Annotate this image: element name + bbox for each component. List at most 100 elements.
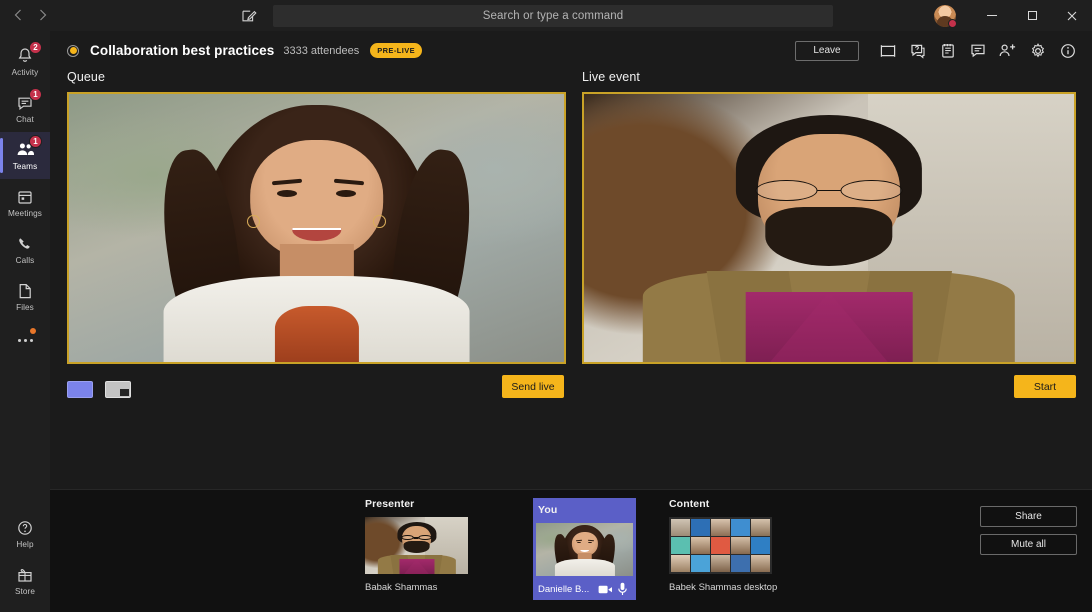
send-live-button[interactable]: Send live xyxy=(502,375,564,398)
layout-picture-in-picture-icon[interactable] xyxy=(105,381,131,398)
presenter-name: Babak Shammas xyxy=(365,582,438,593)
share-button[interactable]: Share xyxy=(980,506,1077,527)
screen-layout-icon[interactable] xyxy=(873,36,903,66)
settings-gear-icon[interactable] xyxy=(1023,36,1053,66)
sidebar-label-chat: Chat xyxy=(16,115,34,124)
tray-tiles: Presenter Babak Shammas You Danielle B..… xyxy=(365,498,804,600)
woman-smiling-video xyxy=(69,94,564,362)
maximize-icon xyxy=(1027,11,1037,20)
stage: Queue Send live Live event Start xyxy=(50,70,1092,520)
teams-live-event-window: Search or type a command 2 Activity 1 Ch… xyxy=(0,0,1092,612)
rail-bottom-group: Help Store xyxy=(0,510,50,612)
chat-icon[interactable] xyxy=(963,36,993,66)
help-icon xyxy=(15,518,35,537)
man-with-glasses-video xyxy=(584,94,1074,362)
title-bar: Search or type a command xyxy=(0,0,1092,31)
sidebar-label-meetings: Meetings xyxy=(7,209,43,218)
recording-dot-icon xyxy=(67,44,79,57)
live-event-controls: Start xyxy=(582,373,1076,419)
you-label: You xyxy=(538,504,558,516)
mute-all-button[interactable]: Mute all xyxy=(980,534,1077,555)
file-icon xyxy=(15,281,35,300)
close-icon xyxy=(1067,11,1077,20)
event-toolbar: Leave xyxy=(795,31,1083,70)
store-icon xyxy=(15,565,35,584)
more-apps-button[interactable] xyxy=(0,320,50,360)
live-event-pane: Live event Start xyxy=(582,70,1076,419)
you-footer: Danielle B... xyxy=(533,578,636,600)
content-label: Content xyxy=(669,498,710,510)
queue-video[interactable] xyxy=(67,92,566,364)
phone-icon xyxy=(15,234,35,253)
search-input[interactable]: Search or type a command xyxy=(273,5,833,27)
close-button[interactable] xyxy=(1052,0,1092,31)
calendar-icon xyxy=(15,187,35,206)
layout-fullscreen-icon[interactable] xyxy=(67,381,93,398)
content-name: Babek Shammas desktop xyxy=(669,582,778,593)
camera-icon[interactable] xyxy=(597,581,614,598)
woman-smiling-thumb xyxy=(536,523,633,576)
tray-tile-presenter[interactable]: Presenter Babak Shammas xyxy=(365,498,500,600)
sidebar-label-store: Store xyxy=(14,587,36,596)
minimize-icon xyxy=(987,15,997,16)
you-name: Danielle B... xyxy=(538,583,590,595)
forward-icon[interactable] xyxy=(39,9,47,23)
sidebar-item-help[interactable]: Help xyxy=(0,510,50,557)
event-header: Collaboration best practices 3333 attend… xyxy=(50,31,1092,70)
add-people-icon[interactable] xyxy=(993,36,1023,66)
sidebar-item-files[interactable]: Files xyxy=(0,273,50,320)
sidebar-item-meetings[interactable]: Meetings xyxy=(0,179,50,226)
status-badge: PRE-LIVE xyxy=(370,43,423,58)
more-apps-notification-dot xyxy=(30,328,36,334)
microphone-icon[interactable] xyxy=(614,581,631,598)
window-controls-group xyxy=(934,0,1092,31)
search-placeholder: Search or type a command xyxy=(482,10,624,22)
sidebar-item-store[interactable]: Store xyxy=(0,557,50,604)
queue-controls: Send live xyxy=(67,373,566,419)
sidebar-label-files: Files xyxy=(16,303,34,312)
tray-action-buttons: Share Mute all xyxy=(980,506,1077,555)
sidebar-label-activity: Activity xyxy=(11,68,39,77)
chat-badge: 1 xyxy=(29,88,42,101)
sidebar-label-teams: Teams xyxy=(12,162,38,171)
live-event-video[interactable] xyxy=(582,92,1076,364)
participant-tray: Presenter Babak Shammas You Danielle B..… xyxy=(50,489,1092,612)
man-with-glasses-thumb xyxy=(365,517,468,574)
presence-status-dot xyxy=(948,18,957,28)
info-icon[interactable] xyxy=(1053,36,1083,66)
activity-badge: 2 xyxy=(29,41,42,54)
nav-arrows xyxy=(14,9,94,23)
sidebar-label-calls: Calls xyxy=(15,256,35,265)
sidebar-item-teams[interactable]: 1 Teams xyxy=(0,132,50,179)
layout-buttons xyxy=(67,381,131,398)
compose-icon[interactable] xyxy=(241,8,257,24)
maximize-button[interactable] xyxy=(1012,0,1052,31)
sidebar-item-chat[interactable]: 1 Chat xyxy=(0,85,50,132)
left-rail: 2 Activity 1 Chat 1 Teams Meetings Calls… xyxy=(0,31,50,612)
queue-pane: Queue Send live xyxy=(67,70,566,419)
back-icon[interactable] xyxy=(14,9,22,23)
tray-tile-you[interactable]: You Danielle B... xyxy=(533,498,636,600)
minimize-button[interactable] xyxy=(972,0,1012,31)
live-event-title: Live event xyxy=(582,70,640,84)
leave-button[interactable]: Leave xyxy=(795,40,859,61)
rail-top-group: 2 Activity 1 Chat 1 Teams Meetings Calls… xyxy=(0,31,50,360)
chat-icon: 1 xyxy=(15,88,42,112)
attendee-count: 3333 attendees xyxy=(283,44,360,57)
queue-title: Queue xyxy=(67,70,106,84)
sidebar-item-calls[interactable]: Calls xyxy=(0,226,50,273)
people-icon: 1 xyxy=(15,135,42,159)
qna-icon[interactable] xyxy=(903,36,933,66)
sidebar-label-help: Help xyxy=(16,540,34,549)
start-button[interactable]: Start xyxy=(1014,375,1076,398)
desktop-share-thumb xyxy=(669,517,772,574)
notes-icon[interactable] xyxy=(933,36,963,66)
bell-icon: 2 xyxy=(15,41,42,65)
sidebar-item-activity[interactable]: 2 Activity xyxy=(0,38,50,85)
tray-tile-content[interactable]: Content Babek Shammas desktop xyxy=(669,498,804,600)
teams-badge: 1 xyxy=(29,135,42,148)
more-ellipsis-icon xyxy=(17,338,33,342)
page-title: Collaboration best practices xyxy=(90,43,275,58)
avatar[interactable] xyxy=(934,4,957,28)
presenter-label: Presenter xyxy=(365,498,415,510)
